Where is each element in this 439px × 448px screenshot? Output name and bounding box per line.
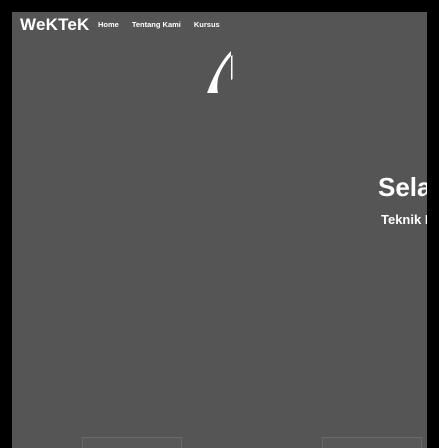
hero-subtitle: Teknik Kompu — [381, 212, 427, 227]
hero-title: Sela — [378, 172, 427, 202]
navbar: WeKTeK Home Tentang Kami Kursus — [12, 12, 427, 38]
card-left — [82, 437, 182, 448]
brand-logo-text[interactable]: WeKTeK — [20, 15, 90, 35]
nav-tentang-kami[interactable]: Tentang Kami — [132, 20, 181, 29]
nav-menu: Home Tentang Kami Kursus — [98, 20, 233, 29]
page-frame: WeKTeK Home Tentang Kami Kursus Sela Tek… — [12, 12, 427, 448]
nav-home[interactable]: Home — [98, 20, 119, 29]
wektek-logo-icon — [205, 47, 235, 97]
card-right — [322, 437, 422, 448]
nav-kursus[interactable]: Kursus — [194, 20, 220, 29]
